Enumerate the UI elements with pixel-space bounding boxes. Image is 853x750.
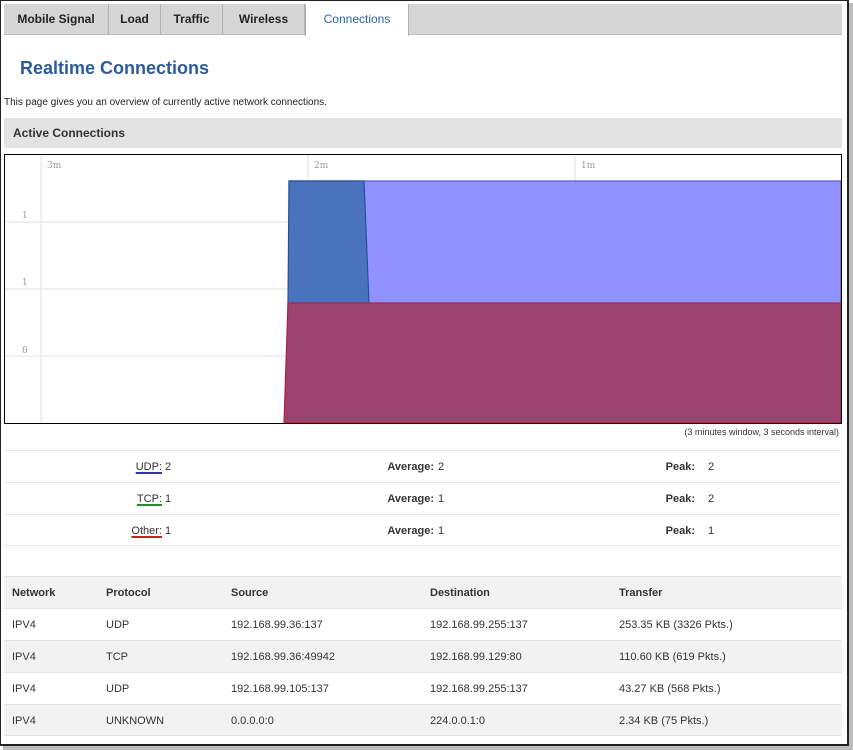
legend-row-other: Other: 1 Average: 1 Peak: 1 (4, 514, 842, 546)
legend-average-label: Average: (387, 493, 434, 505)
legend-peak-label: Peak: (665, 493, 695, 505)
graph-window-note: (3 minutes window, 3 seconds interval) (684, 427, 839, 437)
legend-value-other: 1 (165, 525, 172, 537)
y-label-top: 1 (22, 211, 28, 221)
cell-protocol: UDP (106, 619, 130, 631)
page-title: Realtime Connections (20, 58, 210, 78)
legend-peak-label: Peak: (665, 525, 695, 537)
time-label-3m: 3m (47, 161, 62, 171)
cell-source: 0.0.0.0:0 (231, 715, 274, 727)
section-header: Active Connections (4, 118, 842, 148)
cell-protocol: UDP (106, 683, 130, 695)
cell-destination: 192.168.99.255:137 (430, 683, 528, 695)
cell-network: IPV4 (12, 619, 36, 631)
tab-load[interactable]: Load (109, 4, 161, 35)
y-label-mid: 1 (22, 278, 28, 288)
column-header-network: Network (12, 587, 56, 599)
cell-source: 192.168.99.105:137 (231, 683, 329, 695)
tab-traffic[interactable]: Traffic (161, 4, 223, 35)
column-header-protocol: Protocol (106, 587, 151, 599)
table-row: IPV4 TCP 192.168.99.36:49942 192.168.99.… (4, 640, 842, 672)
legend-table: UDP: 2 Average: 2 Peak: 2 TCP: 1 Average… (4, 450, 842, 546)
legend-row-udp: UDP: 2 Average: 2 Peak: 2 (4, 450, 842, 482)
tab-connections[interactable]: Connections (305, 4, 409, 36)
legend-peak-udp: 2 (708, 461, 715, 473)
cell-protocol: UNKNOWN (106, 715, 165, 727)
legend-average-udp: 2 (438, 461, 445, 473)
legend-average-label: Average: (387, 461, 434, 473)
legend-value-tcp: 1 (165, 493, 172, 505)
legend-name-other: Other: (131, 525, 162, 537)
cell-network: IPV4 (12, 715, 36, 727)
cell-transfer: 110.60 KB (619 Pkts.) (619, 651, 726, 663)
cell-transfer: 2.34 KB (75 Pkts.) (619, 715, 709, 727)
column-header-source: Source (231, 587, 269, 599)
time-label-1m: 1m (581, 161, 596, 171)
legend-peak-label: Peak: (665, 461, 695, 473)
column-header-destination: Destination (430, 587, 490, 599)
tab-mobile-signal[interactable]: Mobile Signal (4, 4, 109, 35)
legend-peak-other: 1 (708, 525, 715, 537)
legend-average-other: 1 (438, 525, 445, 537)
table-row: IPV4 UDP 192.168.99.36:137 192.168.99.25… (4, 608, 842, 640)
legend-peak-tcp: 2 (708, 493, 715, 505)
table-header-row: Network Protocol Source Destination Tran… (4, 576, 842, 608)
cell-destination: 224.0.0.1:0 (430, 715, 486, 727)
cell-source: 192.168.99.36:137 (231, 619, 323, 631)
column-header-transfer: Transfer (619, 587, 663, 599)
time-label-2m: 2m (314, 161, 329, 171)
cell-protocol: TCP (106, 651, 128, 663)
cell-network: IPV4 (12, 651, 36, 663)
frame-shadow-bottom (3, 746, 853, 750)
other-area (283, 302, 841, 423)
table-row: IPV4 UDP 192.168.99.105:137 192.168.99.2… (4, 672, 842, 704)
legend-row-tcp: TCP: 1 Average: 1 Peak: 2 (4, 482, 842, 514)
cell-transfer: 253.35 KB (3326 Pkts.) (619, 619, 733, 631)
cell-transfer: 43.27 KB (568 Pkts.) (619, 683, 721, 695)
cell-network: IPV4 (12, 683, 36, 695)
table-row: IPV4 UNKNOWN 0.0.0.0:0 224.0.0.1:0 2.34 … (4, 704, 842, 736)
cell-source: 192.168.99.36:49942 (231, 651, 335, 663)
graph-svg: 3m 2m 1m 1 1 0 (5, 155, 841, 423)
tab-wireless[interactable]: Wireless (223, 4, 305, 35)
section-title: Active Connections (13, 126, 126, 140)
legend-value-udp: 2 (165, 461, 172, 473)
y-label-bottom: 0 (22, 346, 28, 356)
page-description: This page gives you an overview of curre… (4, 97, 327, 108)
legend-average-label: Average: (387, 525, 434, 537)
cell-destination: 192.168.99.129:80 (430, 651, 522, 663)
legend-average-tcp: 1 (438, 493, 445, 505)
frame-shadow-right (849, 3, 853, 750)
legend-name-udp: UDP: (135, 461, 162, 473)
cell-destination: 192.168.99.255:137 (430, 619, 528, 631)
connections-graph: 3m 2m 1m 1 1 0 (4, 154, 842, 424)
legend-name-tcp: TCP: (136, 493, 162, 505)
connections-table: Network Protocol Source Destination Tran… (4, 576, 842, 736)
tab-bar: Mobile Signal Load Traffic Wireless Conn… (4, 4, 842, 36)
